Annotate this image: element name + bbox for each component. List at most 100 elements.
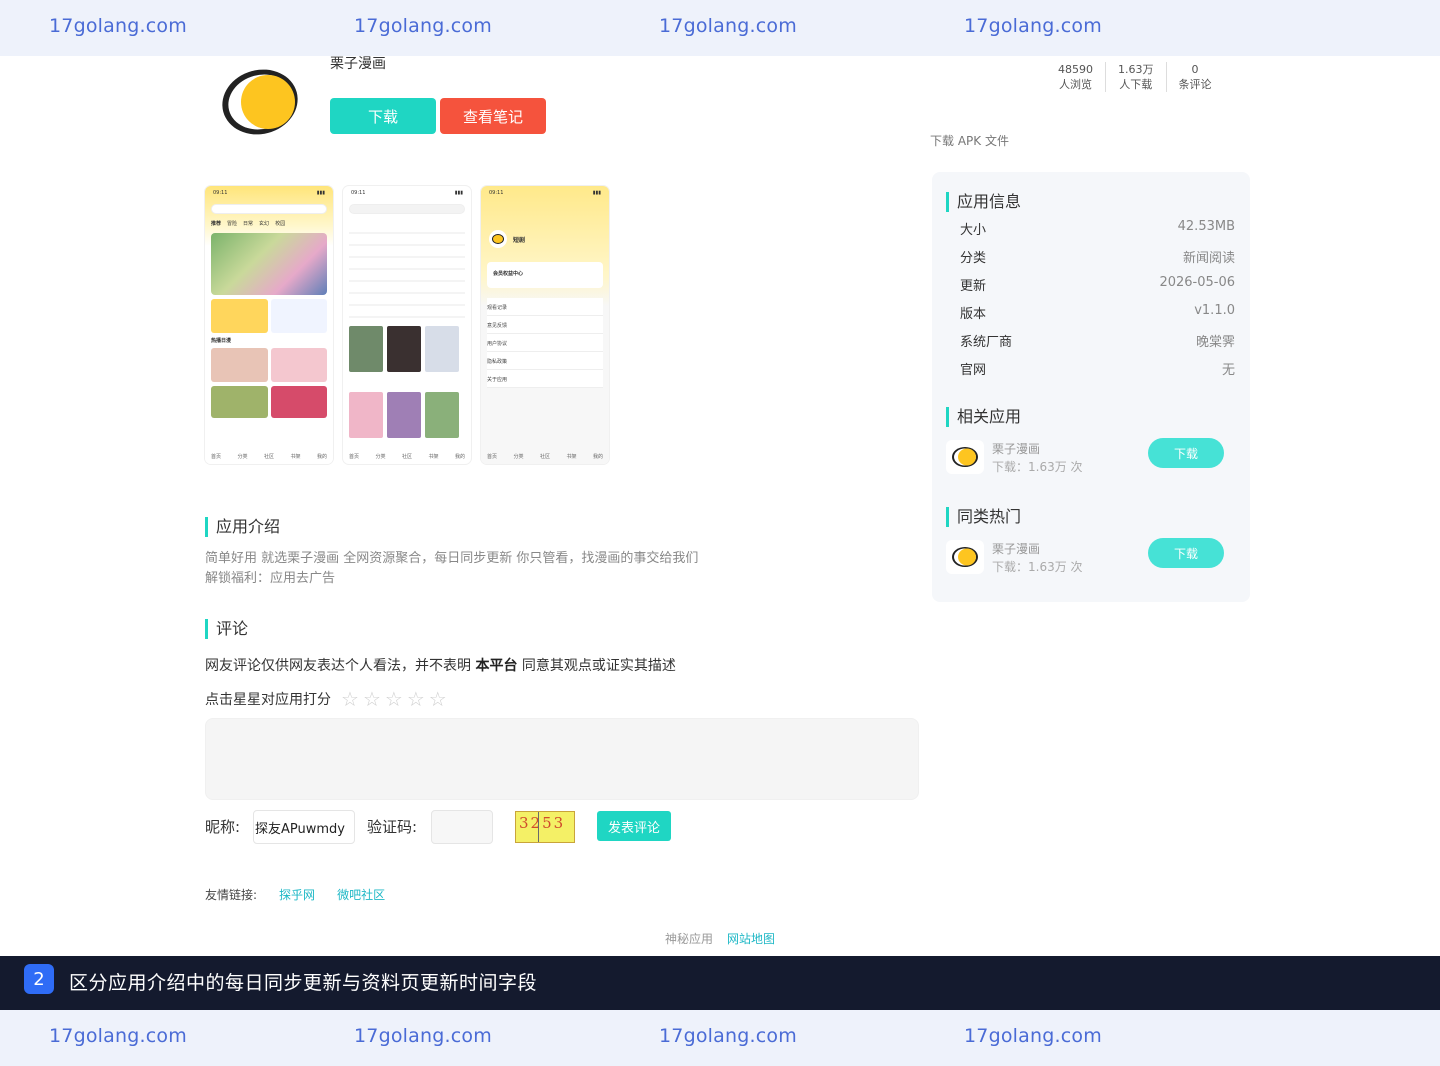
submit-comment-button[interactable]: 发表评论 [597,811,671,841]
rating-stars: ☆ ☆ ☆ ☆ ☆ [341,689,447,709]
signal-icon: ▮▮▮ [592,190,601,196]
disclaimer-text: 网友评论仅供网友表达个人看法，并不表明 [205,658,471,674]
app-screenshot-home[interactable]: 09:11 ▮▮▮ 推荐 冒险 日常 玄幻 校园 热播日漫 首页 分类 社区 书架… [205,186,333,464]
comment-disclaimer: 网友评论仅供网友表达个人看法，并不表明 本平台 同意其观点或证实其描述 [205,655,676,675]
mini-nav-item: 我的 [592,454,603,460]
friend-link[interactable]: 微吧社区 [337,886,385,903]
mini-menu-item: 意见反馈 [487,316,603,334]
friend-link[interactable]: 探乎网 [279,886,315,903]
mini-menu-list: 观看记录 意见反馈 用户协议 隐私政策 关于应用 [481,298,609,388]
footer-links: 神秘应用 网站地图 [665,930,775,947]
captcha-input[interactable] [431,810,493,844]
mini-bottom-nav: 首页 分类 社区 书架 我的 [211,453,327,460]
mini-nav-item: 分类 [513,454,524,460]
stat-value: 48590 [1058,63,1093,76]
app-screenshot-profile[interactable]: 09:11 ▮▮▮ 短剧 会员权益中心 观看记录 意见反馈 用户协议 隐私政策 关… [481,186,609,464]
mini-cover [211,348,268,382]
mini-nav-item: 分类 [237,454,248,460]
star-icon[interactable]: ☆ [385,689,403,709]
stat-value: 0 [1191,63,1199,76]
mini-tab: 日常 [243,221,254,227]
sitemap-link[interactable]: 网站地图 [727,930,775,947]
star-icon[interactable]: ☆ [341,689,359,709]
stat-value: 1.63万 [1118,63,1154,76]
intro-line: 解锁福利：应用去广告 [205,571,336,586]
mini-vip-card: 会员权益中心 [487,262,603,288]
watermark-text: 17golang.com [964,15,1102,37]
watermark-text: 17golang.com [49,15,187,37]
watermark-text: 17golang.com [49,1025,187,1047]
mini-nav-item: 首页 [349,454,360,460]
hot-download-button[interactable]: 下载 [1148,538,1224,568]
nickname-label: 昵称: [205,818,241,836]
mini-bottom-nav: 首页 分类 社区 书架 我的 [349,453,465,460]
star-icon[interactable]: ☆ [407,689,425,709]
info-value: v1.1.0 [1194,303,1235,318]
mini-nav-item: 书架 [290,454,301,460]
info-key: 更新 [960,279,987,294]
app-stats: 48590 人浏览 1.63万 人下载 0 条评论 [1046,62,1224,92]
info-key: 大小 [960,223,987,238]
status-time: 09:11 [351,190,366,196]
mini-nav-item: 书架 [566,454,577,460]
info-key: 版本 [960,307,987,322]
mini-cover-grid [349,326,465,372]
mini-card [211,299,268,333]
mini-tabs: 推荐 冒险 日常 玄幻 校园 [205,218,333,229]
rating-row: 点击星星对应用打分 ☆ ☆ ☆ ☆ ☆ [205,689,447,709]
mini-bottom-nav: 首页 分类 社区 书架 我的 [487,453,603,460]
mini-nav-item: 社区 [539,454,550,460]
mini-cover [425,392,459,438]
info-row-size: 大小 42.53MB [960,219,1235,238]
stat-label: 人下载 [1119,78,1153,91]
watermark-text: 17golang.com [659,1025,797,1047]
mini-card [270,299,327,333]
comment-textarea[interactable] [205,718,919,800]
mini-menu-item: 隐私政策 [487,352,603,370]
download-button[interactable]: 下载 [330,98,436,134]
app-screenshot-category[interactable]: 09:11 ▮▮▮ 首页 分类 社区 书架 我的 [343,186,471,464]
sidebar: 应用信息 大小 42.53MB 分类 新闻阅读 更新 2026-05-06 版本 v1.… [932,172,1250,602]
stat-downloads: 1.63万 人下载 [1105,62,1166,92]
star-icon[interactable]: ☆ [363,689,381,709]
friend-links: 友情链接: 探乎网 微吧社区 [205,886,385,903]
mini-search-bar [211,204,327,214]
mini-nav-item: 首页 [487,454,498,460]
star-icon[interactable]: ☆ [429,689,447,709]
watermark-text: 17golang.com [964,1025,1102,1047]
info-value: 晚棠霁 [1195,335,1235,350]
related-download-button[interactable]: 下载 [1148,438,1224,468]
hot-app-item[interactable]: 栗子漫画 下载：1.63万 次 下载 [946,538,1236,580]
mini-cover [270,348,327,382]
mini-nav-item: 社区 [263,454,274,460]
info-value: 2026-05-06 [1159,275,1235,290]
watermark-text: 17golang.com [354,15,492,37]
related-app-item[interactable]: 栗子漫画 下载：1.63万 次 下载 [946,438,1236,480]
stat-label: 人浏览 [1059,78,1092,91]
mini-cover [387,392,421,438]
disclaimer-text: 同意其观点或证实其描述 [521,658,676,674]
captcha-image[interactable]: 3253 [515,811,575,843]
mini-menu-item: 观看记录 [487,298,603,316]
intro-line: 简单好用 就选栗子漫画 全网资源聚合，每日同步更新 你只管看，找漫画的事交给我们 [205,551,699,566]
download-apk-link[interactable]: 下载 APK 文件 [930,132,1009,149]
related-app-downloads: 下载：1.63万 次 [992,460,1083,474]
info-key: 系统厂商 [960,335,1013,350]
task-text: 区分应用介绍中的每日同步更新与资料页更新时间字段 [69,972,538,994]
mini-search-bar [349,204,465,214]
mini-nav-item: 社区 [401,454,412,460]
rating-label: 点击星星对应用打分 [205,692,331,708]
mini-cover [349,326,383,372]
nickname-input[interactable] [253,810,355,844]
view-notes-button[interactable]: 查看笔记 [440,98,546,134]
status-time: 09:11 [489,190,504,196]
comments-title: 评论 [205,619,248,639]
mini-nav-item: 我的 [316,454,327,460]
mini-cover-row [211,348,327,382]
friend-links-label: 友情链接: [205,888,258,902]
signal-icon: ▮▮▮ [454,190,463,196]
info-row-version: 版本 v1.1.0 [960,303,1235,322]
mini-promo-row [211,299,327,333]
mini-profile-header: 短剧 [489,230,601,248]
mini-cover-row [211,386,327,418]
